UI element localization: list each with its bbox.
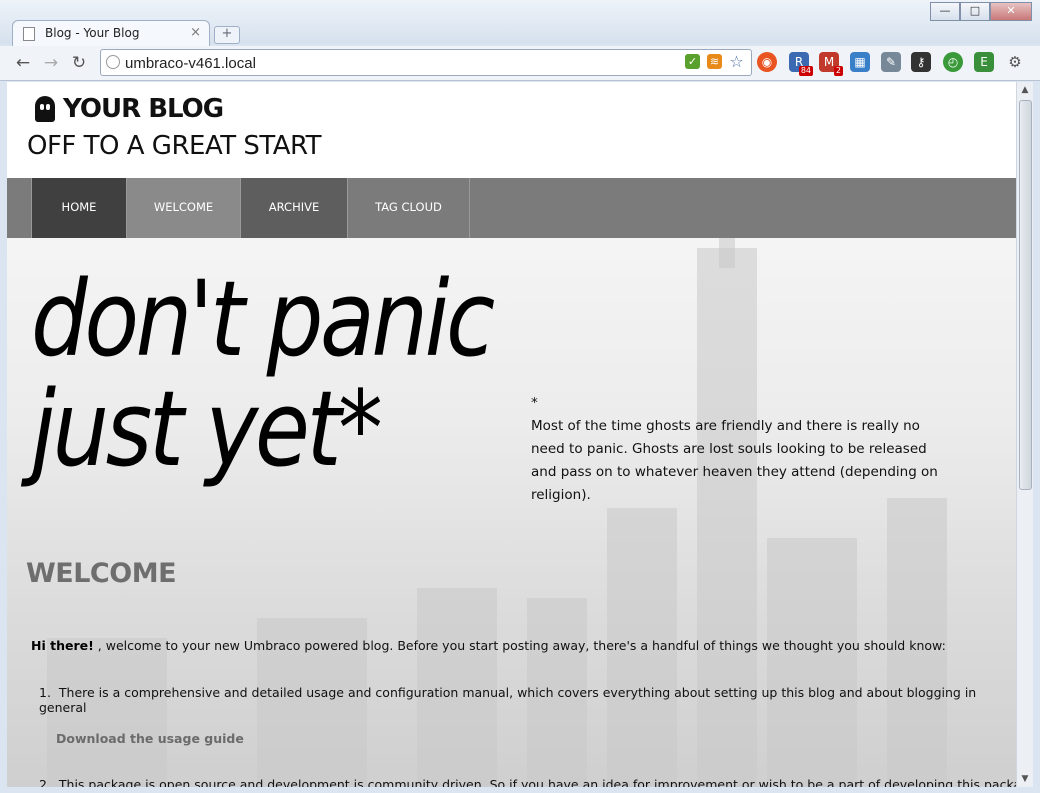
ubuntu-extension-icon[interactable]: ◉ [757,52,777,72]
key-icon[interactable]: ⚷ [911,52,931,72]
hero-footnote: * Most of the time ghosts are friendly a… [531,392,951,507]
intro-paragraph: Hi there! , welcome to your new Umbraco … [31,638,946,653]
scroll-down-icon[interactable]: ▼ [1017,771,1033,787]
intro-text: , welcome to your new Umbraco powered bl… [93,638,946,653]
tab-close-icon[interactable]: × [190,25,201,40]
scroll-up-icon[interactable]: ▲ [1017,82,1033,98]
new-tab-button[interactable]: + [214,26,240,44]
rss-icon[interactable]: ≋ [707,54,722,69]
page-icon [23,27,35,41]
list-text: This package is open source and developm… [58,777,1016,787]
address-bar[interactable]: ✓ ≋ ☆ [100,49,752,76]
footnote-star: * [531,395,538,411]
footnote-text: Most of the time ghosts are friendly and… [531,418,938,503]
hero-line-2: just yet* [31,368,383,490]
window-controls: — □ ✕ [930,2,1032,21]
gmail-badge: 2 [833,66,843,76]
minimize-button[interactable]: — [930,2,960,21]
gmail-extension-icon[interactable]: M2 [819,52,843,76]
page-viewport: YOUR BLOG OFF TO A GREAT START HOME WELC… [7,82,1016,787]
browser-window: Blog - Your Blog × + — □ ✕ ← → ↻ ✓ ≋ ☆ ◉… [0,0,1040,793]
site-brand: YOUR BLOG [63,94,224,124]
bookmark-star-icon[interactable]: ☆ [729,54,744,70]
site-logo[interactable]: YOUR BLOG [35,94,224,124]
vertical-scrollbar[interactable]: ▲ ▼ [1016,82,1033,787]
ghost-icon [35,96,55,122]
evernote-icon[interactable]: E [974,52,994,72]
globe-icon [106,55,120,69]
list-item: 2. This package is open source and devel… [39,777,1016,787]
nav-welcome[interactable]: WELCOME [127,178,241,238]
hero-line-1: don't panic [31,258,495,380]
site-tagline: OFF TO A GREAT START [27,131,322,161]
main-navigation: HOME WELCOME ARCHIVE TAG CLOUD [7,178,1016,238]
download-guide-link[interactable]: Download the usage guide [56,731,244,746]
nav-home[interactable]: HOME [32,178,127,238]
list-text: There is a comprehensive and detailed us… [39,685,977,715]
tab-strip: Blog - Your Blog × + — □ ✕ [0,0,1040,47]
list-number: 2. [39,777,51,787]
forward-button[interactable]: → [40,52,62,74]
back-button[interactable]: ← [12,52,34,74]
list-number: 1. [39,685,51,700]
nav-tag-cloud[interactable]: TAG CLOUD [348,178,470,238]
welcome-heading: WELCOME [26,558,177,589]
wrench-icon[interactable]: ⚙ [1005,52,1025,72]
hero-heading: don't panic just yet* [31,258,495,490]
timer-extension-icon[interactable]: ◴ [943,52,963,72]
browser-toolbar: ← → ↻ ✓ ≋ ☆ ◉ R84 M2 ▦ ✎ ⚷ ◴ E ⚙ [0,46,1040,81]
reader-extension-icon[interactable]: R 84 [789,52,813,76]
list-item: 1. There is a comprehensive and detailed… [39,685,1016,715]
calendar-icon[interactable]: ▦ [850,52,870,72]
scroll-thumb[interactable] [1019,100,1032,490]
nav-archive[interactable]: ARCHIVE [241,178,348,238]
maximize-button[interactable]: □ [960,2,990,21]
intro-bold: Hi there! [31,638,94,653]
site-header: YOUR BLOG OFF TO A GREAT START [7,82,1016,178]
reader-badge: 84 [798,66,813,76]
close-window-button[interactable]: ✕ [990,2,1032,21]
eyedropper-icon[interactable]: ✎ [881,52,901,72]
browser-tab[interactable]: Blog - Your Blog × [12,20,210,47]
tab-title: Blog - Your Blog [45,26,140,40]
url-input[interactable] [123,52,667,74]
reload-button[interactable]: ↻ [68,52,90,74]
feed-extension-icon[interactable]: ✓ [685,54,700,69]
